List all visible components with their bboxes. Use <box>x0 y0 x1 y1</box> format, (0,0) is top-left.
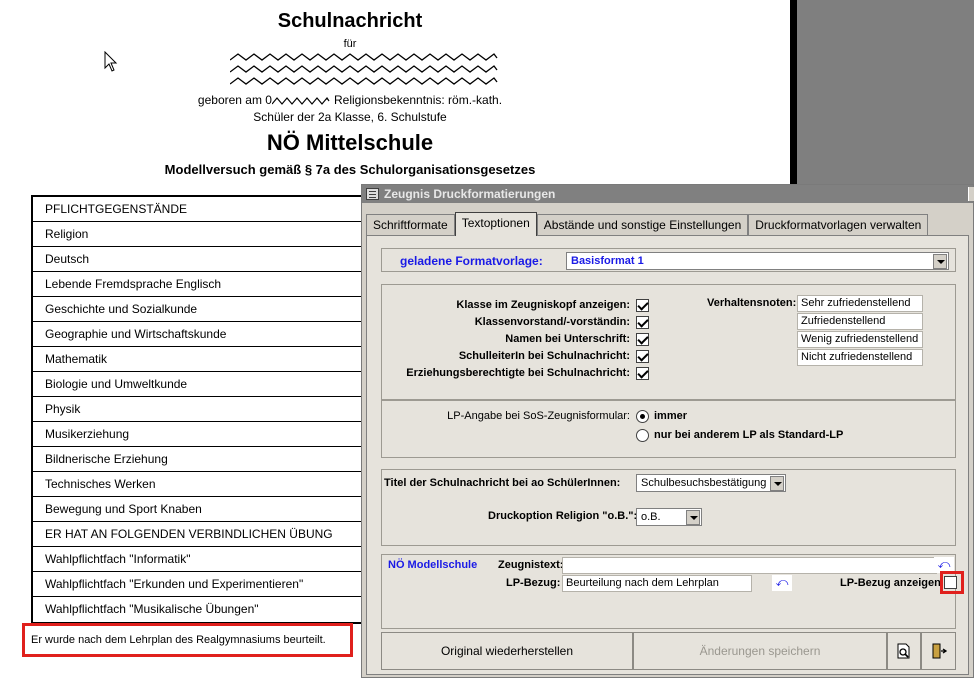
template-value: Basisformat 1 <box>571 255 644 267</box>
textoptionen-panel: geladene Formatvorlage: Basisformat 1 Kl… <box>366 235 969 675</box>
save-button[interactable]: Änderungen speichern <box>633 632 887 670</box>
behavior-grade-field[interactable]: Wenig zufriedenstellend <box>797 331 923 348</box>
print-preview-icon <box>897 643 910 659</box>
zeugnistext-label: Zeugnistext: <box>498 559 564 571</box>
cb-label-klasse: Klasse im Zeugniskopf anzeigen: <box>456 299 630 311</box>
cb-label-erziehungsberechtigte: Erziehungsberechtigte bei Schulnachricht… <box>406 367 630 379</box>
title-value: Schulbesuchsbestätigung <box>641 477 767 489</box>
undo-lpbezug-icon[interactable]: ⤺ <box>772 575 792 591</box>
subject-row: Biologie und Umweltkunde <box>33 372 376 397</box>
subject-row: Bewegung und Sport Knaben <box>33 497 376 522</box>
lp-option-immer: immer <box>654 410 688 422</box>
lp-section: LP-Angabe bei SoS-Zeugnisformular: immer… <box>381 400 956 458</box>
modellschule-section: NÖ Modellschule Zeugnistext: ⤺ LP-Bezug:… <box>381 554 964 629</box>
religion-dropdown[interactable]: o.B. <box>636 508 702 526</box>
behavior-grade-field[interactable]: Zufriedenstellend <box>797 313 923 330</box>
document-fuer: für <box>343 38 357 50</box>
modell-label: NÖ Modellschule <box>388 559 478 571</box>
subject-row: Bildnerische Erziehung <box>33 447 376 472</box>
checkbox-schulleiter[interactable] <box>636 350 649 363</box>
subject-row: Wahlpflichtfach "Informatik" <box>33 547 376 572</box>
behavior-grade-field[interactable]: Sehr zufriedenstellend <box>797 295 923 312</box>
checkbox-unterschrift[interactable] <box>636 333 649 346</box>
header-options-section: Klasse im Zeugniskopf anzeigen: Klassenv… <box>381 284 956 400</box>
lpbezug-show-label: LP-Bezug anzeigen <box>840 577 941 589</box>
subject-row: Technisches Werken <box>33 472 376 497</box>
tab-schriftformate[interactable]: Schriftformate <box>366 214 455 236</box>
print-format-dialog: Zeugnis Druckformatierungen Schriftforma… <box>361 184 974 678</box>
behavior-grade-field[interactable]: Nicht zufriedenstellend <box>797 349 923 366</box>
religion-label: Druckoption Religion "o.B.": <box>488 510 638 522</box>
dialog-title: Zeugnis Druckformatierungen <box>384 187 556 201</box>
class-line: Schüler der 2a Klasse, 6. Schulstufe <box>253 110 447 124</box>
dialog-titlebar[interactable]: Zeugnis Druckformatierungen <box>362 185 974 203</box>
checkbox-klasse[interactable] <box>636 299 649 312</box>
subject-row: Lebende Fremdsprache Englisch <box>33 272 376 297</box>
titlebar-button-edge[interactable] <box>968 187 974 201</box>
zeugnistext-input[interactable] <box>562 557 937 574</box>
tab-druckformatvorlagen[interactable]: Druckformatvorlagen verwalten <box>748 214 929 236</box>
template-dropdown[interactable]: Basisformat 1 <box>566 252 949 270</box>
restore-button[interactable]: Original wiederherstellen <box>381 632 633 670</box>
chevron-down-icon[interactable] <box>770 476 784 491</box>
subject-row: Wahlpflichtfach "Erkunden und Experiment… <box>33 572 376 597</box>
tab-abstaende[interactable]: Abstände und sonstige Einstellungen <box>536 214 749 236</box>
checkbox-klassenvorstand[interactable] <box>636 316 649 329</box>
mouse-cursor-icon <box>104 51 118 72</box>
radio-lp-anderer[interactable] <box>636 429 649 442</box>
template-label: geladene Formatvorlage: <box>400 254 543 268</box>
subject-row: Religion <box>33 222 376 247</box>
cb-label-unterschrift: Namen bei Unterschrift: <box>505 333 630 345</box>
cb-label-klassenvorstand: Klassenvorstand/-vorständin: <box>474 316 630 328</box>
lp-note-highlight: Er wurde nach dem Lehrplan des Realgymna… <box>22 623 353 657</box>
lp-label: LP-Angabe bei SoS-Zeugnisformular: <box>447 410 630 422</box>
lpbezug-input[interactable]: Beurteilung nach dem Lehrplan <box>562 575 752 592</box>
behavior-label: Verhaltensnoten: <box>707 297 797 309</box>
chevron-down-icon[interactable] <box>933 254 947 269</box>
religion-text: Religionsbekenntnis: röm.-kath. <box>333 93 503 107</box>
checkbox-erziehungsberechtigte[interactable] <box>636 367 649 380</box>
redacted-birthdate-scribble <box>271 96 330 105</box>
lp-option-anderer: nur bei anderem LP als Standard-LP <box>654 429 844 441</box>
tab-bar: Schriftformate Textoptionen Abstände und… <box>366 212 929 236</box>
redacted-name-scribble <box>230 53 498 85</box>
title-label: Titel der Schulnachricht bei ao SchülerI… <box>384 477 621 489</box>
lpbezug-checkbox-highlight <box>940 571 964 594</box>
subject-row: ER HAT AN FOLGENDEN VERBINDLICHEN ÜBUNG <box>33 522 376 547</box>
school-name: NÖ Mittelschule <box>266 130 434 155</box>
title-section: Titel der Schulnachricht bei ao SchülerI… <box>381 469 956 546</box>
birth-religion-line: geboren am 0 Religionsbekenntnis: röm.-ka… <box>0 93 700 107</box>
lpbezug-label: LP-Bezug: <box>506 577 561 589</box>
subject-row: PFLICHTGEGENSTÄNDE <box>33 197 376 222</box>
document-title: Schulnachricht <box>277 10 423 32</box>
cb-label-schulleiter: SchulleiterIn bei Schulnachricht: <box>458 350 630 362</box>
subject-row: Physik <box>33 397 376 422</box>
chevron-down-icon[interactable] <box>686 510 700 525</box>
print-preview-button[interactable] <box>887 632 921 670</box>
model-line: Modellversuch gemäß § 7a des Schulorgani… <box>164 162 536 177</box>
subject-row: Musikerziehung <box>33 422 376 447</box>
subject-row: Geographie und Wirtschaftskunde <box>33 322 376 347</box>
subject-row: Deutsch <box>33 247 376 272</box>
subject-table: PFLICHTGEGENSTÄNDE Religion Deutsch Lebe… <box>31 195 376 624</box>
subject-row: Wahlpflichtfach "Musikalische Übungen" <box>45 602 259 616</box>
title-dropdown[interactable]: Schulbesuchsbestätigung <box>636 474 786 492</box>
form-icon <box>366 188 379 200</box>
subject-row: Mathematik <box>33 347 376 372</box>
tab-textoptionen[interactable]: Textoptionen <box>454 212 537 236</box>
subject-row: Geschichte und Sozialkunde <box>33 297 376 322</box>
radio-lp-immer[interactable] <box>636 410 649 423</box>
religion-value: o.B. <box>641 511 661 523</box>
exit-door-icon <box>932 643 947 659</box>
birth-prefix: geboren am 0 <box>197 93 272 107</box>
template-section: geladene Formatvorlage: Basisformat 1 <box>381 248 956 272</box>
exit-button[interactable] <box>921 632 956 670</box>
